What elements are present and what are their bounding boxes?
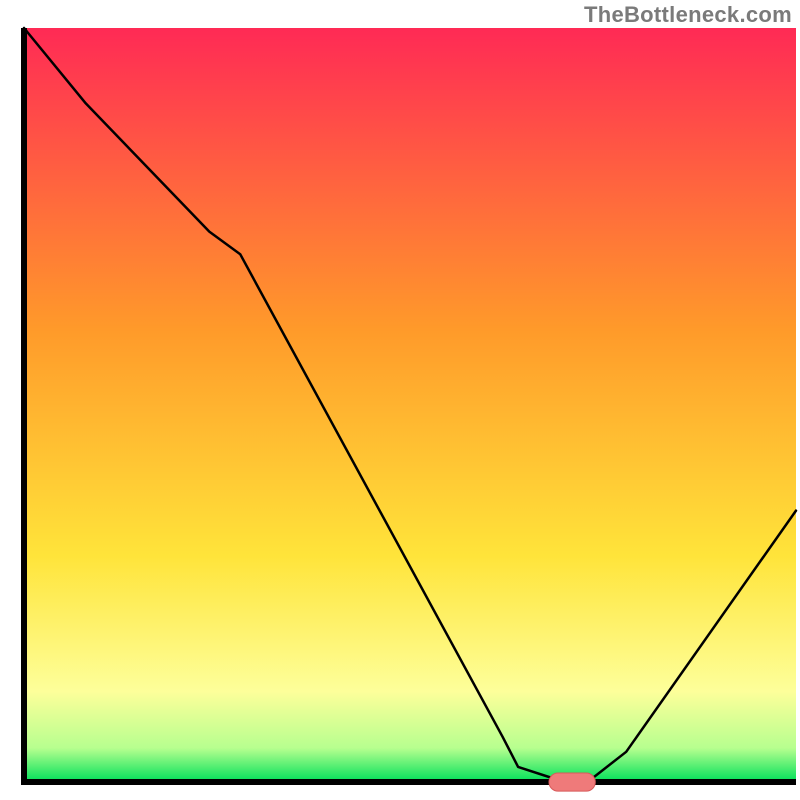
plot-background: [24, 28, 796, 782]
bottleneck-chart: [0, 0, 800, 800]
chart-container: TheBottleneck.com: [0, 0, 800, 800]
watermark-text: TheBottleneck.com: [584, 2, 792, 28]
marker-optimal-range: [549, 773, 595, 791]
